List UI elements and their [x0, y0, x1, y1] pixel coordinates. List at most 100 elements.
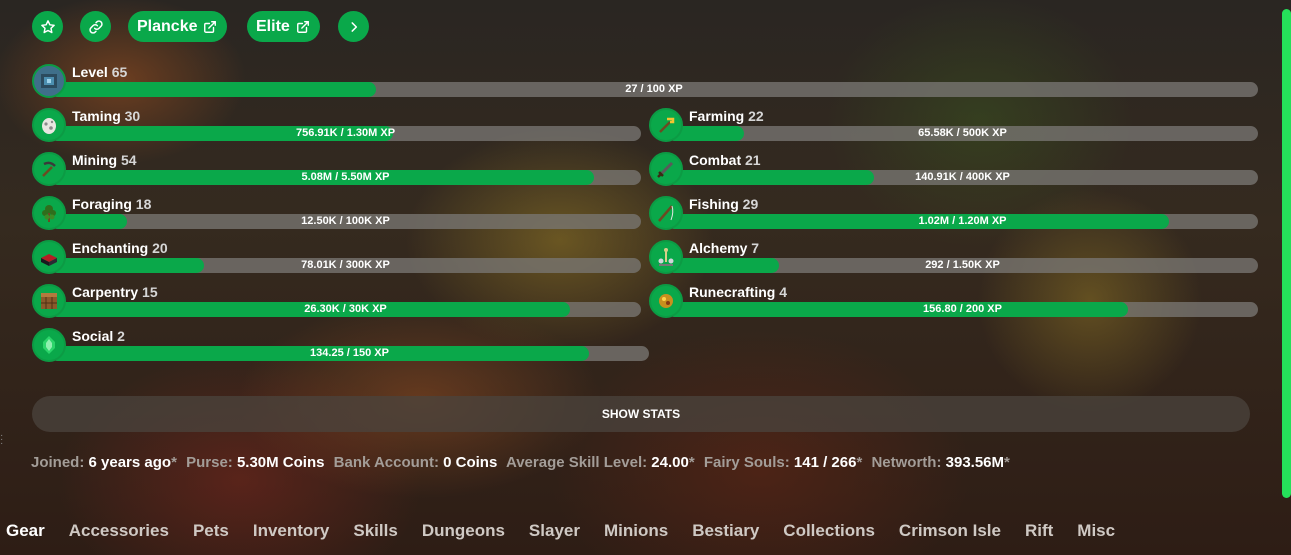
- skill-progress: 140.91K / 400K XP: [667, 170, 1258, 185]
- skill-level: 22: [748, 108, 764, 124]
- chevron-right-icon: [350, 21, 357, 32]
- skill-name: Fishing: [689, 196, 739, 212]
- skill-xp: 26.30K / 30K XP: [304, 303, 387, 315]
- skill-level: 29: [742, 196, 759, 212]
- skill-name: Taming: [72, 108, 121, 124]
- plancke-label: Plancke: [137, 17, 198, 35]
- tab-minions[interactable]: Minions: [604, 521, 668, 541]
- skill-level: 20: [152, 240, 168, 256]
- tab-pets[interactable]: Pets: [193, 521, 229, 541]
- skill-name: Alchemy: [689, 240, 748, 256]
- skill-xp: 292 / 1.50K XP: [925, 259, 1000, 271]
- skill-farming: Farming 22 65.58K / 500K XP: [649, 108, 1258, 144]
- magma-cream-icon: [649, 284, 683, 318]
- networth-value: 393.56M: [945, 454, 1005, 471]
- skill-level: 21: [745, 152, 761, 168]
- sword-icon: [649, 152, 683, 186]
- bank-value: 0 Coins: [443, 454, 498, 471]
- skill-runecrafting: Runecrafting 4 156.80 / 200 XP: [649, 284, 1258, 320]
- skill-progress: 156.80 / 200 XP: [667, 302, 1258, 317]
- tab-slayer[interactable]: Slayer: [529, 521, 580, 541]
- tab-misc[interactable]: Misc: [1077, 521, 1115, 541]
- tab-skills[interactable]: Skills: [353, 521, 397, 541]
- skill-name: Carpentry: [72, 284, 139, 300]
- skill-name: Combat: [689, 152, 742, 168]
- skill-name: Social: [72, 328, 114, 344]
- tab-crimson-isle[interactable]: Crimson Isle: [899, 521, 1001, 541]
- crafting-table-icon: [32, 284, 66, 318]
- avg-skill-label: Average Skill Level:: [505, 454, 648, 471]
- skill-progress: 65.58K / 500K XP: [667, 126, 1258, 141]
- networth-star[interactable]: *: [1004, 454, 1010, 471]
- skill-mining: Mining 54 5.08M / 5.50M XP: [32, 152, 641, 188]
- purse-label: Purse:: [186, 454, 233, 471]
- skill-xp: 756.91K / 1.30M XP: [295, 127, 396, 139]
- share-link-button[interactable]: [80, 11, 111, 42]
- star-icon: [40, 19, 55, 33]
- skill-fishing: Fishing 29 1.02M / 1.20M XP: [649, 196, 1258, 232]
- level-name: Level: [72, 64, 108, 80]
- bank-label: Bank Account:: [333, 454, 439, 471]
- tab-gear[interactable]: Gear: [6, 521, 45, 541]
- skill-level: 30: [124, 108, 141, 124]
- elite-link-button[interactable]: Elite: [247, 11, 320, 42]
- show-stats-button[interactable]: SHOW STATS: [32, 396, 1250, 432]
- skill-xp: 12.50K / 100K XP: [301, 215, 390, 227]
- skill-xp: 140.91K / 400K XP: [915, 171, 1010, 183]
- level-icon: [32, 64, 66, 98]
- joined-value: 6 years ago: [88, 454, 172, 471]
- skill-level: 15: [142, 284, 158, 300]
- skill-progress: 292 / 1.50K XP: [667, 258, 1258, 273]
- skill-level: 18: [135, 196, 152, 212]
- fairy-souls-label: Fairy Souls:: [703, 454, 790, 471]
- fairy-souls-value: 141 / 266: [793, 454, 857, 471]
- purse-value: 5.30M Coins: [236, 454, 325, 471]
- drag-handle-icon[interactable]: · · ·: [0, 431, 4, 449]
- level-bar: Level 65 27 / 100 XP: [32, 64, 1258, 100]
- skill-level: 7: [751, 240, 760, 256]
- skill-progress: 78.01K / 300K XP: [50, 258, 641, 273]
- tab-rift[interactable]: Rift: [1025, 521, 1053, 541]
- skill-progress: 5.08M / 5.50M XP: [50, 170, 641, 185]
- skill-level: 2: [117, 328, 125, 344]
- favorite-button[interactable]: [32, 11, 63, 42]
- elite-label: Elite: [256, 17, 290, 35]
- skill-foraging: Foraging 18 12.50K / 100K XP: [32, 196, 641, 232]
- fishing-rod-icon: [649, 196, 683, 230]
- sapling-icon: [32, 196, 66, 230]
- skill-name: Enchanting: [72, 240, 149, 256]
- skill-progress: 12.50K / 100K XP: [50, 214, 641, 229]
- skill-progress: 26.30K / 30K XP: [50, 302, 641, 317]
- enchanting-table-icon: [32, 240, 66, 274]
- tab-bestiary[interactable]: Bestiary: [692, 521, 759, 541]
- avg-skill-star[interactable]: *: [689, 454, 695, 471]
- skill-xp: 156.80 / 200 XP: [923, 303, 1002, 315]
- tab-inventory[interactable]: Inventory: [253, 521, 330, 541]
- level-xp: 27 / 100 XP: [625, 83, 683, 95]
- emerald-icon: [32, 328, 66, 362]
- plancke-link-button[interactable]: Plancke: [128, 11, 228, 42]
- skill-progress: 1.02M / 1.20M XP: [667, 214, 1258, 229]
- skill-taming: Taming 30 756.91K / 1.30M XP: [32, 108, 641, 144]
- level-progress: 27 / 100 XP: [50, 82, 1258, 97]
- skill-xp: 1.02M / 1.20M XP: [918, 215, 1007, 227]
- scrollbar[interactable]: [1282, 9, 1291, 498]
- level-value: 65: [111, 64, 128, 80]
- tab-collections[interactable]: Collections: [783, 521, 875, 541]
- tab-dungeons[interactable]: Dungeons: [422, 521, 505, 541]
- networth-label: Networth:: [871, 454, 942, 471]
- more-button[interactable]: [338, 11, 369, 42]
- fairy-souls-star[interactable]: *: [856, 454, 862, 471]
- tab-accessories[interactable]: Accessories: [69, 521, 169, 541]
- skill-combat: Combat 21 140.91K / 400K XP: [649, 152, 1258, 188]
- spawn-egg-icon: [32, 108, 66, 142]
- skill-xp: 134.25 / 150 XP: [310, 347, 389, 359]
- skill-social: Social 2 134.25 / 150 XP: [32, 328, 649, 364]
- skill-name: Runecrafting: [689, 284, 776, 300]
- skill-xp: 65.58K / 500K XP: [918, 127, 1007, 139]
- skill-level: 54: [121, 152, 137, 168]
- joined-star[interactable]: *: [171, 454, 177, 471]
- profile-info-line: Joined: 6 years ago* Purse: 5.30M Coins …: [31, 454, 1010, 471]
- skill-level: 4: [779, 284, 788, 300]
- section-tabs: Gear Accessories Pets Inventory Skills D…: [0, 521, 1139, 541]
